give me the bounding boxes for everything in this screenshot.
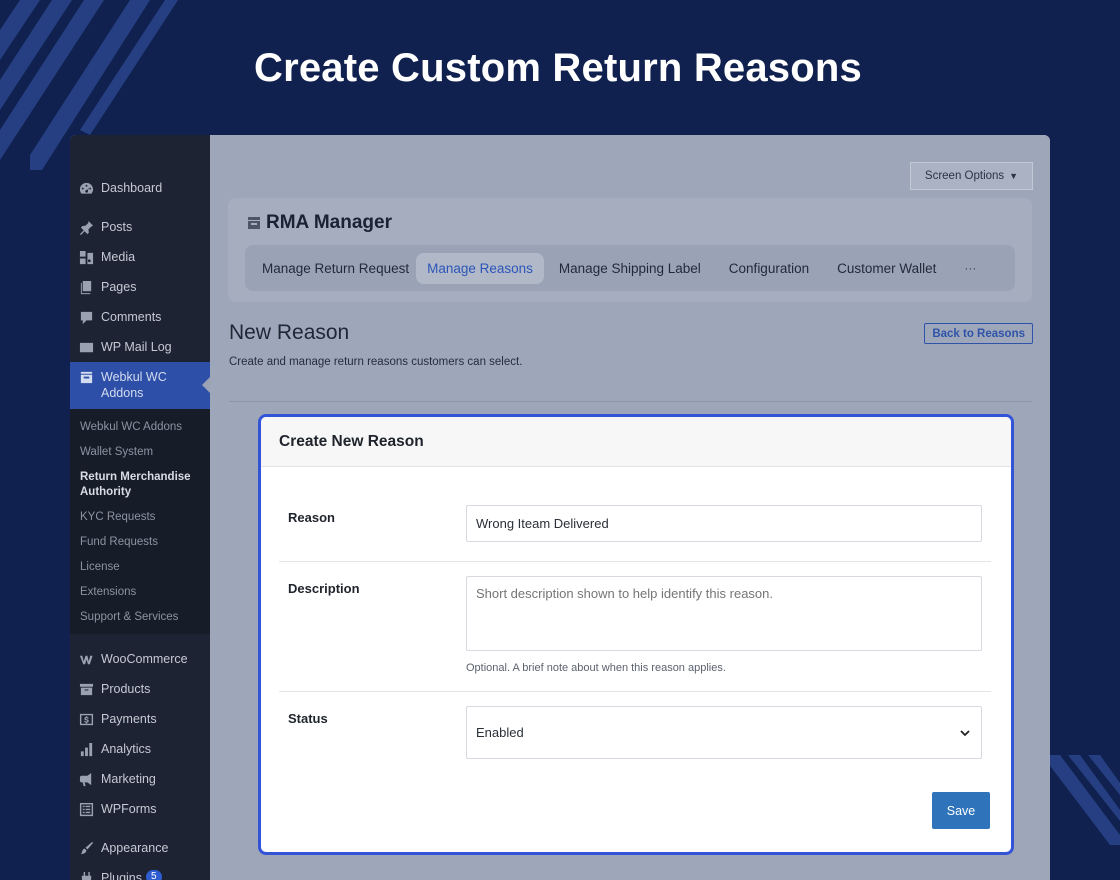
description-textarea[interactable] bbox=[466, 576, 982, 651]
sidebar-item-label: Webkul WC Addons bbox=[101, 370, 167, 400]
dashboard-icon bbox=[78, 180, 95, 196]
update-count-badge: 5 bbox=[146, 870, 162, 880]
description-help-text: Optional. A brief note about when this r… bbox=[466, 662, 726, 674]
create-reason-card: Create New Reason Reason Description Opt… bbox=[258, 414, 1014, 855]
sidebar-item-pages[interactable]: Pages bbox=[70, 272, 210, 302]
store-icon bbox=[248, 217, 260, 229]
tab-manage-return-request[interactable]: Manage Return Request bbox=[251, 253, 420, 284]
sidebar-item-label: Pages bbox=[101, 280, 137, 294]
sidebar-item-appearance[interactable]: Appearance bbox=[70, 833, 210, 863]
sidebar-item-wp-mail-log[interactable]: WP Mail Log bbox=[70, 332, 210, 362]
submenu-item[interactable]: Support & Services bbox=[70, 605, 210, 630]
media-icon bbox=[78, 249, 95, 265]
submenu-item[interactable]: Webkul WC Addons bbox=[70, 415, 210, 440]
sidebar-item-media[interactable]: Media bbox=[70, 242, 210, 272]
woo-icon bbox=[78, 651, 95, 667]
chevron-down-icon bbox=[960, 729, 970, 736]
form-icon bbox=[78, 801, 95, 817]
submenu-item[interactable]: KYC Requests bbox=[70, 505, 210, 530]
back-to-reasons-button[interactable]: Back to Reasons bbox=[924, 323, 1033, 344]
sidebar-item-label: Marketing bbox=[101, 772, 156, 786]
megaphone-icon bbox=[78, 771, 95, 787]
sidebar-item-products[interactable]: Products bbox=[70, 674, 210, 704]
page-title: New Reason bbox=[229, 321, 350, 344]
tab-configuration[interactable]: Configuration bbox=[718, 253, 820, 284]
save-button[interactable]: Save bbox=[932, 792, 990, 829]
mail-icon bbox=[78, 339, 95, 355]
submenu-item[interactable]: License bbox=[70, 555, 210, 580]
sidebar-item-dashboard[interactable]: Dashboard bbox=[70, 173, 210, 203]
tab-customer-wallet[interactable]: Customer Wallet bbox=[826, 253, 947, 284]
sidebar-item-label: Posts bbox=[101, 220, 133, 234]
screen-options-label: Screen Options bbox=[924, 170, 1005, 182]
plugin-icon bbox=[78, 870, 95, 880]
rma-title-text: RMA Manager bbox=[266, 212, 392, 233]
description-label: Description bbox=[288, 581, 360, 596]
screen-options-button[interactable]: Screen Options ▼ bbox=[910, 162, 1033, 190]
sidebar-item-label: Payments bbox=[101, 712, 157, 726]
sidebar-item-label: Products bbox=[101, 682, 151, 696]
main-content: Screen Options ▼ RMA Manager Manage Retu… bbox=[210, 135, 1050, 880]
sidebar-item-plugins[interactable]: Plugins 5 bbox=[70, 863, 210, 880]
bar-chart-icon bbox=[78, 741, 95, 757]
sidebar-item-label: Dashboard bbox=[101, 181, 163, 195]
submenu-item[interactable]: Fund Requests bbox=[70, 530, 210, 555]
rma-manager-title: RMA Manager bbox=[246, 212, 392, 234]
reason-label: Reason bbox=[288, 510, 335, 525]
sidebar-item-webkul-wc-addons[interactable]: Webkul WC Addons bbox=[70, 362, 210, 409]
sidebar-item-label: WooCommerce bbox=[101, 652, 188, 666]
admin-sidebar: Dashboard Posts Media Pages Comments WP … bbox=[70, 135, 210, 880]
submenu-item[interactable]: Extensions bbox=[70, 580, 210, 605]
sidebar-item-label: WP Mail Log bbox=[101, 340, 172, 354]
sidebar-item-comments[interactable]: Comments bbox=[70, 302, 210, 332]
sidebar-submenu: Webkul WC Addons Wallet System Return Me… bbox=[70, 409, 210, 634]
row-divider bbox=[279, 691, 991, 692]
status-label: Status bbox=[288, 711, 328, 726]
reason-input[interactable] bbox=[466, 505, 982, 542]
comment-icon bbox=[78, 309, 95, 325]
sidebar-item-wpforms[interactable]: WPForms bbox=[70, 794, 210, 824]
tab-more[interactable]: ··· bbox=[953, 253, 987, 283]
tab-manage-shipping-label[interactable]: Manage Shipping Label bbox=[548, 253, 712, 284]
status-selected-value: Enabled bbox=[476, 725, 524, 740]
submenu-item[interactable]: Wallet System bbox=[70, 440, 210, 465]
sidebar-item-posts[interactable]: Posts bbox=[70, 212, 210, 242]
sidebar-item-woocommerce[interactable]: WooCommerce bbox=[70, 644, 210, 674]
sidebar-item-payments[interactable]: Payments bbox=[70, 704, 210, 734]
wp-admin-window: Dashboard Posts Media Pages Comments WP … bbox=[70, 135, 1050, 880]
sidebar-item-label: WPForms bbox=[101, 802, 157, 816]
sidebar-item-analytics[interactable]: Analytics bbox=[70, 734, 210, 764]
sidebar-item-label: Comments bbox=[101, 310, 162, 324]
submenu-item-current[interactable]: Return Merchandise Authority bbox=[70, 465, 210, 505]
page-subtitle: Create and manage return reasons custome… bbox=[229, 356, 523, 368]
decorative-stripes bbox=[1048, 755, 1120, 845]
brush-icon bbox=[78, 840, 95, 856]
sidebar-item-label: Analytics bbox=[101, 742, 152, 756]
store-icon bbox=[78, 369, 95, 385]
row-divider bbox=[279, 561, 991, 562]
dollar-icon bbox=[78, 711, 95, 727]
banner-title: Create Custom Return Reasons bbox=[254, 46, 862, 90]
rma-manager-header: RMA Manager Manage Return Request Manage… bbox=[228, 198, 1032, 302]
pages-icon bbox=[78, 279, 95, 295]
tab-manage-reasons[interactable]: Manage Reasons bbox=[416, 252, 544, 284]
sidebar-item-label: Media bbox=[101, 250, 136, 264]
divider bbox=[229, 401, 1032, 402]
pin-icon bbox=[78, 219, 95, 235]
caret-down-icon: ▼ bbox=[1009, 171, 1019, 181]
sidebar-item-marketing[interactable]: Marketing bbox=[70, 764, 210, 794]
archive-icon bbox=[78, 681, 95, 697]
sidebar-item-label: Plugins bbox=[101, 871, 142, 880]
card-title: Create New Reason bbox=[261, 417, 1011, 467]
rma-tabs: Manage Return Request Manage Reasons Man… bbox=[245, 245, 1015, 291]
sidebar-item-label: Appearance bbox=[101, 841, 169, 855]
status-select[interactable]: Enabled bbox=[466, 706, 982, 759]
